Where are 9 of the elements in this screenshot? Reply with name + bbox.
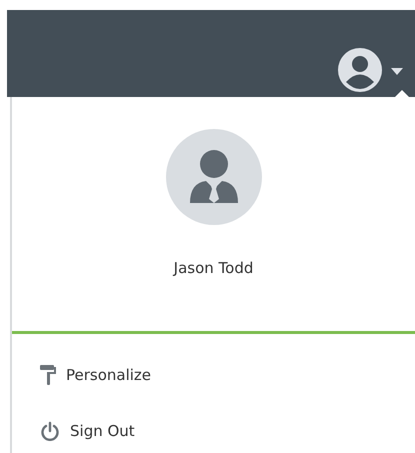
user-icon [337, 47, 383, 93]
caret-icon [391, 68, 403, 74]
paint-roller-icon [40, 365, 56, 385]
avatar-icon [166, 129, 262, 225]
menu-item[interactable]: Sign Out [12, 412, 415, 450]
account-menu-button[interactable] [337, 47, 403, 93]
menu-item[interactable]: Personalize [12, 356, 415, 394]
power-icon [40, 421, 60, 441]
user-name: Jason Todd [174, 258, 254, 279]
